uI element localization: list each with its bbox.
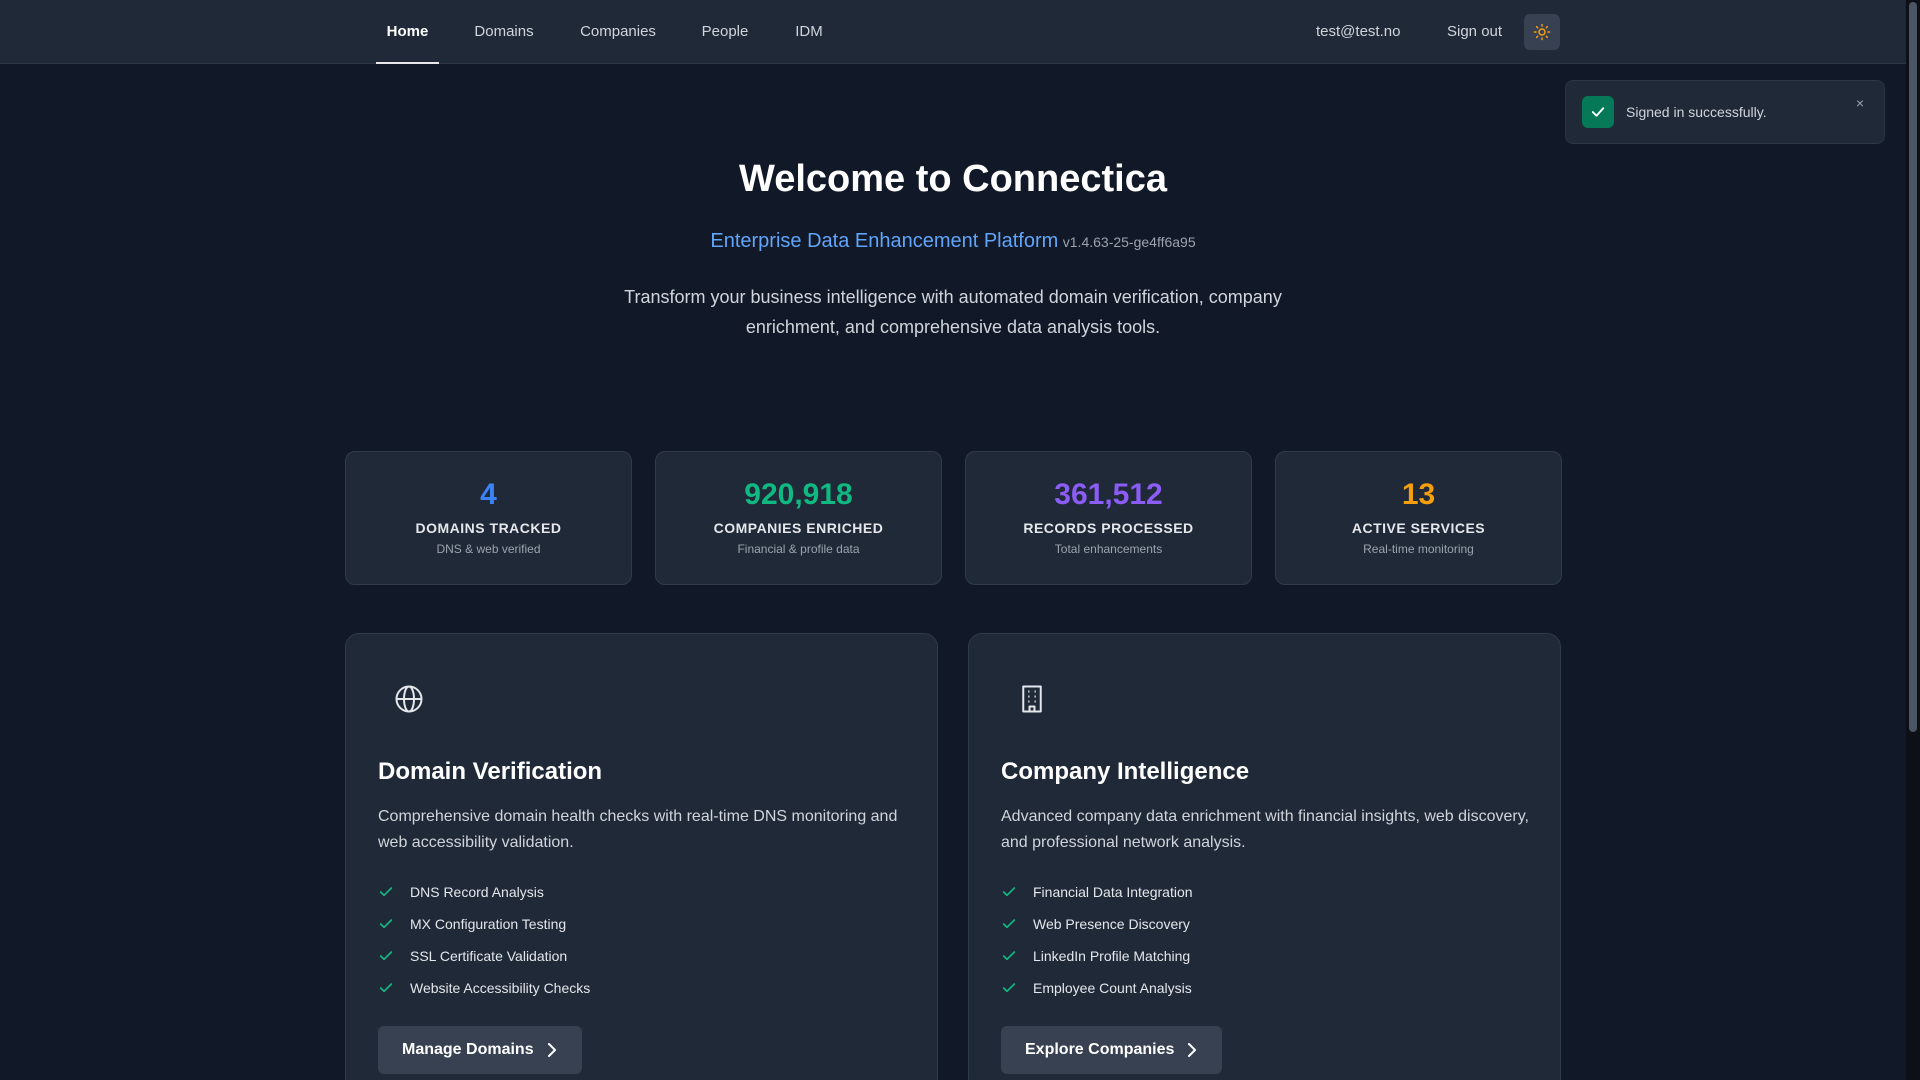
check-icon [379,983,393,993]
feature-label: Web Presence Discovery [1033,916,1190,932]
check-icon [379,887,393,897]
nav-link-idm[interactable]: IDM [784,0,834,64]
platform-name: Enterprise Data Enhancement Platform [710,230,1059,252]
check-icon [1002,983,1016,993]
feature-item: Web Presence Discovery [1001,908,1193,940]
check-icon [1002,919,1016,929]
button-label: Explore Companies [1025,1041,1175,1058]
feature-list: DNS Record Analysis MX Configuration Tes… [378,876,590,1004]
feature-item: SSL Certificate Validation [378,940,590,972]
explore-companies-button[interactable]: Explore Companies [1001,1026,1223,1074]
check-icon [1002,887,1016,897]
check-icon [379,951,393,961]
stat-sublabel: DNS & web verified [436,542,541,556]
stat-label: ACTIVE SERVICES [1351,520,1486,536]
nav-link-companies[interactable]: Companies [570,0,666,64]
check-icon [379,919,393,929]
feature-item: Website Accessibility Checks [378,972,590,1004]
top-navigation-bar: Home Domains Companies People IDM test@t… [0,0,1906,64]
stat-sublabel: Total enhancements [1054,542,1163,556]
nav-link-people[interactable]: People [690,0,760,64]
check-icon [1582,96,1614,128]
sun-icon [1533,23,1551,41]
feature-label: LinkedIn Profile Matching [1033,948,1191,964]
chevron-right-icon [547,1043,556,1057]
toast-close-icon[interactable]: × [1856,95,1864,111]
stat-label: RECORDS PROCESSED [1023,520,1194,536]
card-description: Advanced company data enrichment with fi… [1001,808,1529,851]
stat-value: 4 [480,478,497,511]
feature-label: DNS Record Analysis [410,884,544,900]
feature-label: Financial Data Integration [1033,884,1193,900]
scrollbar-thumb[interactable] [1909,2,1917,732]
card-description: Comprehensive domain health checks with … [378,808,898,851]
feature-item: MX Configuration Testing [378,908,590,940]
domain-verification-card: Domain Verification Comprehensive domain… [345,633,938,1080]
page-scrollbar[interactable] [1906,0,1920,1080]
stat-label: COMPANIES ENRICHED [713,520,884,536]
sign-out-link[interactable]: Sign out [1447,0,1502,64]
feature-list: Financial Data Integration Web Presence … [1001,876,1193,1004]
hero-description: Transform your business intelligence wit… [624,287,1282,337]
stat-value: 361,512 [1054,478,1163,511]
user-email: test@test.no [1316,23,1401,40]
page-title: Welcome to Connectica [739,158,1167,200]
nav-link-home[interactable]: Home [376,0,439,64]
globe-icon [395,685,423,713]
card-title: Company Intelligence [1001,758,1250,785]
manage-domains-button[interactable]: Manage Domains [378,1026,582,1074]
stat-card-services: 13 ACTIVE SERVICES Real-time monitoring [1275,451,1562,585]
stat-value: 920,918 [744,478,853,511]
stat-sublabel: Real-time monitoring [1363,542,1474,556]
chevron-right-icon [1188,1043,1197,1057]
card-title: Domain Verification [378,758,603,785]
stat-sublabel: Financial & profile data [737,542,860,556]
feature-label: Employee Count Analysis [1033,980,1192,996]
stat-value: 13 [1401,478,1436,511]
stat-label: DOMAINS TRACKED [415,520,562,536]
nav-link-domains[interactable]: Domains [462,0,546,64]
company-intelligence-card: Company Intelligence Advanced company da… [968,633,1561,1080]
success-toast: Signed in successfully. × [1565,80,1885,144]
toast-message: Signed in successfully. [1626,104,1767,120]
stat-card-records: 361,512 RECORDS PROCESSED Total enhancem… [965,451,1252,585]
check-icon [1002,951,1016,961]
feature-label: SSL Certificate Validation [410,948,568,964]
stat-card-companies: 920,918 COMPANIES ENRICHED Financial & p… [655,451,942,585]
feature-label: MX Configuration Testing [410,916,567,932]
building-icon [1022,685,1042,713]
feature-item: LinkedIn Profile Matching [1001,940,1193,972]
feature-item: Employee Count Analysis [1001,972,1193,1004]
version-label: v1.4.63-25-ge4ff6a95 [1062,234,1196,250]
feature-item: DNS Record Analysis [378,876,590,908]
feature-item: Financial Data Integration [1001,876,1193,908]
hero-subtitle: Enterprise Data Enhancement Platform v1.… [0,230,1906,253]
theme-toggle-button[interactable] [1524,14,1560,50]
stat-card-domains: 4 DOMAINS TRACKED DNS & web verified [345,451,632,585]
button-label: Manage Domains [402,1041,534,1058]
feature-label: Website Accessibility Checks [410,980,591,996]
